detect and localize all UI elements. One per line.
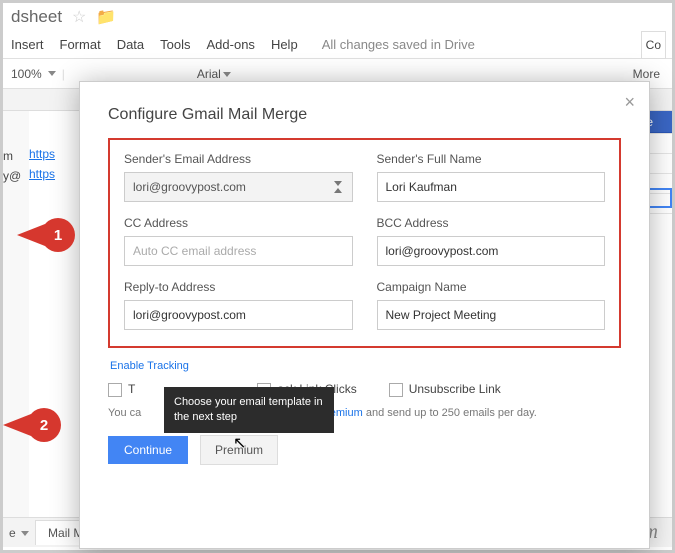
reply-input[interactable] [124,300,353,330]
sender-email-label: Sender's Email Address [124,152,353,166]
star-icon[interactable]: ☆ [72,7,86,27]
menu-format[interactable]: Format [60,37,101,52]
callout-1: 1 [41,218,75,252]
folder-icon[interactable]: 📁 [96,7,116,27]
bcc-input[interactable] [377,236,606,266]
sender-email-select[interactable]: lori@groovypost.com [124,172,353,202]
doc-title[interactable]: dsheet [11,7,62,27]
callout-2: 2 [27,408,61,442]
cursor-icon: ↖ [233,433,246,453]
dialog-title: Configure Gmail Mail Merge [108,106,621,124]
menu-help[interactable]: Help [271,37,298,52]
sheet-tab-1[interactable]: e [9,526,29,540]
save-status: All changes saved in Drive [322,37,475,52]
sender-name-label: Sender's Full Name [377,152,606,166]
menu-data[interactable]: Data [117,37,144,52]
menu-insert[interactable]: Insert [11,37,44,52]
enable-tracking-link[interactable]: Enable Tracking [110,360,189,372]
sender-name-input[interactable] [377,172,606,202]
menu-tools[interactable]: Tools [160,37,190,52]
cell-text-2: y@ [3,169,21,183]
bcc-label: BCC Address [377,216,606,230]
unsubscribe-checkbox[interactable]: Unsubscribe Link [389,382,501,397]
track-opens-checkbox[interactable]: T [108,382,135,397]
reply-label: Reply-to Address [124,280,353,294]
cell-text: m [3,149,13,163]
font-select[interactable]: Arial [197,67,231,81]
continue-tooltip: Choose your email template in the next s… [164,387,334,433]
cc-input[interactable] [124,236,353,266]
highlighted-fields: Sender's Email Address lori@groovypost.c… [108,138,621,348]
comments-button[interactable]: Co [641,31,666,59]
mail-merge-dialog: × Configure Gmail Mail Merge Sender's Em… [79,81,650,549]
cc-label: CC Address [124,216,353,230]
cell-link-1[interactable]: https [29,147,55,161]
campaign-input[interactable] [377,300,606,330]
menu-addons[interactable]: Add-ons [207,37,255,52]
campaign-label: Campaign Name [377,280,606,294]
zoom-select[interactable]: 100% [11,67,56,81]
toolbar-more[interactable]: More [633,67,660,81]
close-icon[interactable]: × [624,92,635,113]
continue-button[interactable]: Continue [108,436,188,464]
cell-link-2[interactable]: https [29,167,55,181]
